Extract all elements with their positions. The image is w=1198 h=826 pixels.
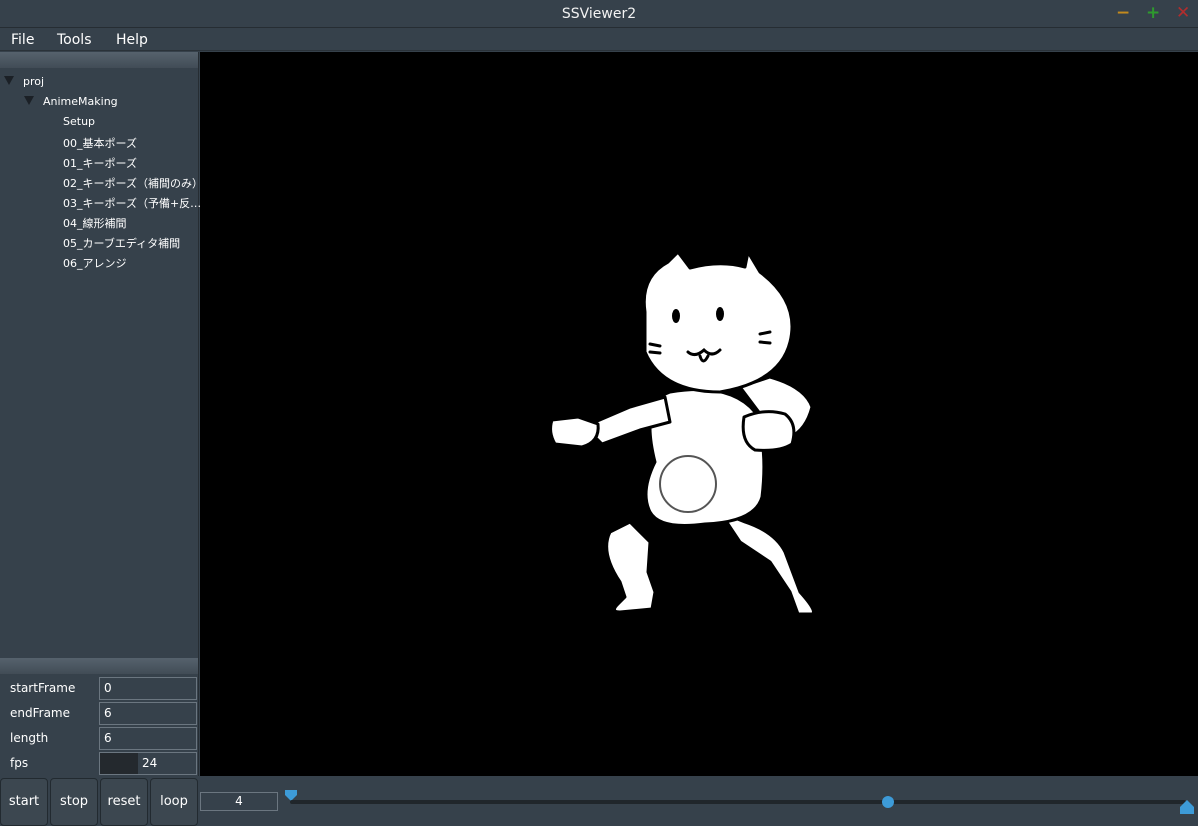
cat-whisker bbox=[648, 342, 662, 348]
end-frame-label: endFrame bbox=[10, 706, 70, 720]
maximize-icon[interactable]: + bbox=[1146, 3, 1160, 23]
property-start-frame: startFrame 0 bbox=[0, 676, 198, 701]
expand-triangle-icon[interactable] bbox=[4, 76, 14, 85]
tree-item-anim[interactable]: 00_基本ポーズ bbox=[63, 135, 137, 151]
length-label: length bbox=[10, 731, 49, 745]
close-icon[interactable]: ✕ bbox=[1176, 3, 1190, 23]
cat-belly bbox=[659, 455, 717, 513]
fps-field-fill bbox=[100, 753, 138, 774]
start-frame-field[interactable]: 0 bbox=[99, 677, 197, 700]
property-fps: fps 24 bbox=[0, 751, 198, 776]
cat-whisker bbox=[758, 340, 772, 345]
title-bar: SSViewer2 − + ✕ bbox=[0, 0, 1198, 28]
fps-field[interactable]: 24 bbox=[99, 752, 197, 775]
tree-item-animemaking[interactable]: AnimeMaking bbox=[43, 95, 118, 108]
tree-item-anim[interactable]: 05_カーブエディタ補間 bbox=[63, 235, 180, 251]
cat-left-fist bbox=[549, 415, 600, 449]
timeline-handle[interactable] bbox=[881, 796, 894, 808]
cat-right-fist bbox=[741, 410, 796, 452]
timeline-slider[interactable] bbox=[290, 800, 1186, 804]
start-button[interactable]: start bbox=[0, 778, 48, 826]
timeline-end-marker-icon[interactable] bbox=[1180, 800, 1194, 814]
cat-whisker bbox=[648, 350, 662, 355]
tree-item-anim[interactable]: 03_キーポーズ（予備+反… bbox=[63, 195, 201, 211]
cat-head bbox=[642, 250, 794, 394]
minimize-icon[interactable]: − bbox=[1116, 3, 1130, 23]
animation-viewport[interactable] bbox=[200, 52, 1198, 776]
tree-item-anim[interactable]: 01_キーポーズ bbox=[63, 155, 137, 171]
expand-triangle-icon[interactable] bbox=[24, 96, 34, 105]
cat-left-eye bbox=[672, 309, 680, 323]
cat-right-eye bbox=[716, 307, 724, 321]
fps-value: 24 bbox=[142, 756, 158, 770]
menu-bar: File Tools Help bbox=[0, 29, 1198, 51]
tree-panel-header[interactable] bbox=[0, 52, 198, 68]
property-length: length 6 bbox=[0, 726, 198, 751]
window-title: SSViewer2 bbox=[561, 6, 637, 22]
end-frame-field[interactable]: 6 bbox=[99, 702, 197, 725]
tree-item-anim[interactable]: 02_キーポーズ（補間のみ） bbox=[63, 175, 203, 191]
cat-whisker bbox=[758, 330, 772, 336]
loop-button[interactable]: loop bbox=[150, 778, 198, 826]
menu-tools[interactable]: Tools bbox=[57, 32, 92, 48]
left-panel: proj AnimeMaking Setup 00_基本ポーズ 01_キーポーズ… bbox=[0, 52, 203, 776]
stop-button[interactable]: stop bbox=[50, 778, 98, 826]
properties-panel-header[interactable] bbox=[0, 658, 198, 674]
menu-help[interactable]: Help bbox=[116, 32, 148, 48]
property-end-frame: endFrame 6 bbox=[0, 701, 198, 726]
current-frame-field[interactable]: 4 bbox=[200, 792, 278, 811]
playback-bar: start stop reset loop 4 bbox=[0, 776, 1198, 826]
length-field[interactable]: 6 bbox=[99, 727, 197, 750]
fps-label: fps bbox=[10, 756, 29, 770]
cat-right-leg bbox=[718, 510, 815, 616]
cat-left-leg bbox=[605, 520, 657, 614]
tree-item-setup[interactable]: Setup bbox=[63, 115, 95, 128]
start-frame-label: startFrame bbox=[10, 681, 76, 695]
reset-button[interactable]: reset bbox=[100, 778, 148, 826]
tree-item-proj[interactable]: proj bbox=[23, 75, 44, 88]
cat-sprite bbox=[549, 250, 815, 616]
tree-item-anim[interactable]: 06_アレンジ bbox=[63, 255, 127, 271]
tree-item-anim[interactable]: 04_線形補間 bbox=[63, 215, 127, 231]
menu-file[interactable]: File bbox=[11, 32, 34, 48]
